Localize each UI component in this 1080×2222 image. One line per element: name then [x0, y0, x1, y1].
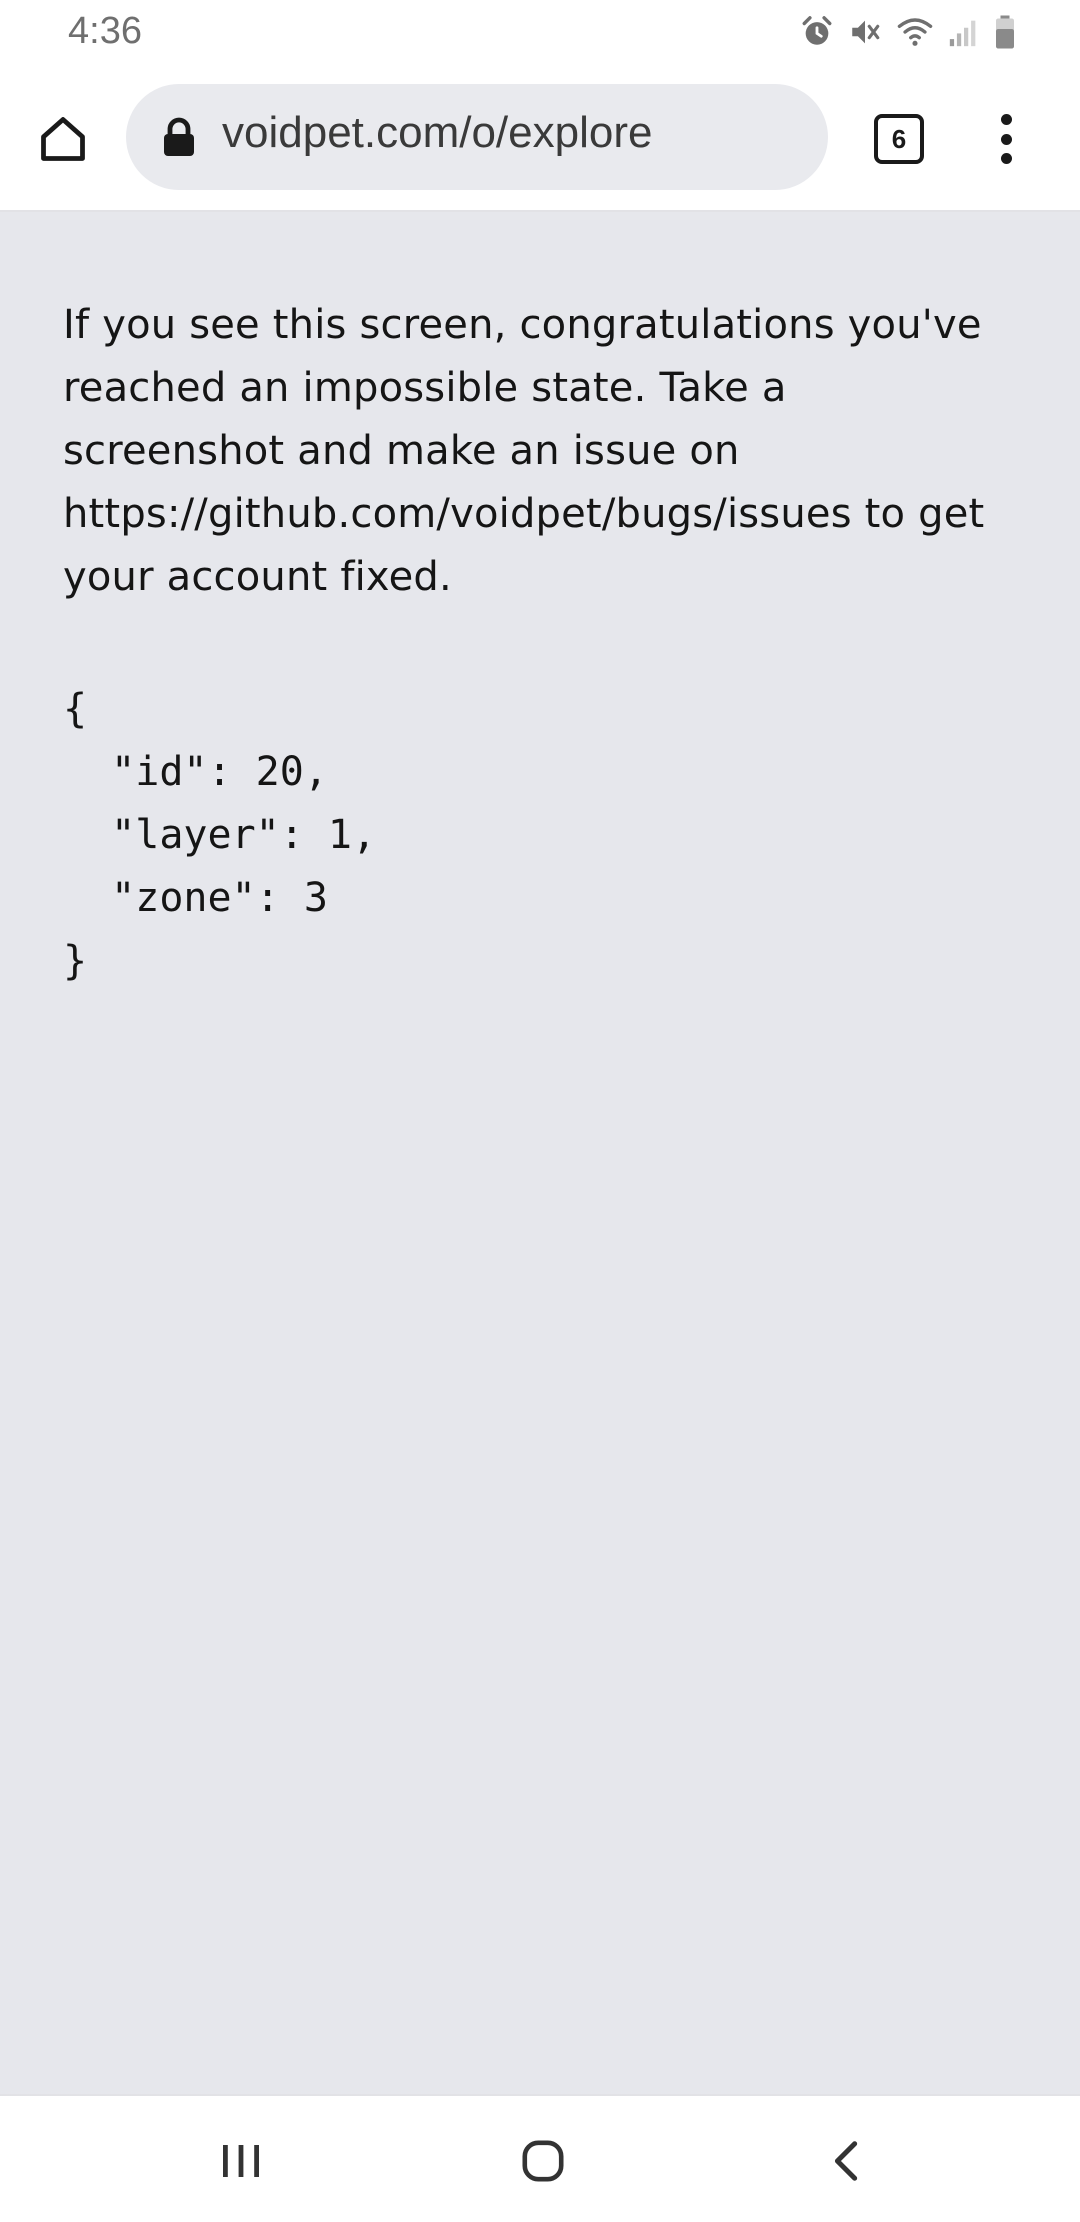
url-text: voidpet.com/o/explore — [222, 108, 653, 157]
back-button[interactable] — [812, 2126, 882, 2196]
home-circle-icon — [522, 2140, 564, 2182]
tab-count: 6 — [891, 123, 907, 154]
status-bar: 4:36 — [0, 0, 1080, 66]
recents-button[interactable] — [206, 2126, 276, 2196]
tab-switcher-button[interactable]: 6 — [874, 114, 924, 164]
tabs-icon: 6 — [874, 114, 924, 164]
alarm-icon — [802, 16, 832, 45]
back-icon — [834, 2141, 858, 2181]
mute-icon — [852, 20, 880, 44]
battery-icon — [996, 15, 1014, 49]
error-message: If you see this screen, congratulations … — [63, 302, 985, 600]
system-nav-bar — [0, 2094, 1080, 2222]
status-icons — [800, 14, 1016, 50]
more-vert-icon[interactable] — [988, 106, 1024, 172]
json-dump: { "id": 20, "layer": 1, "zone": 3 } — [63, 686, 377, 984]
lock-icon — [164, 117, 194, 156]
home-icon — [41, 117, 85, 161]
home-nav-button[interactable] — [508, 2126, 578, 2196]
status-time: 4:36 — [68, 10, 142, 52]
page-content: If you see this screen, congratulations … — [0, 212, 1080, 2094]
browser-toolbar: voidpet.com/o/explore 6 — [0, 66, 1080, 212]
address-bar[interactable]: voidpet.com/o/explore — [126, 84, 828, 190]
wifi-icon — [897, 18, 933, 46]
recents-icon — [223, 2145, 259, 2177]
home-button[interactable] — [30, 106, 96, 172]
signal-icon — [949, 20, 976, 47]
